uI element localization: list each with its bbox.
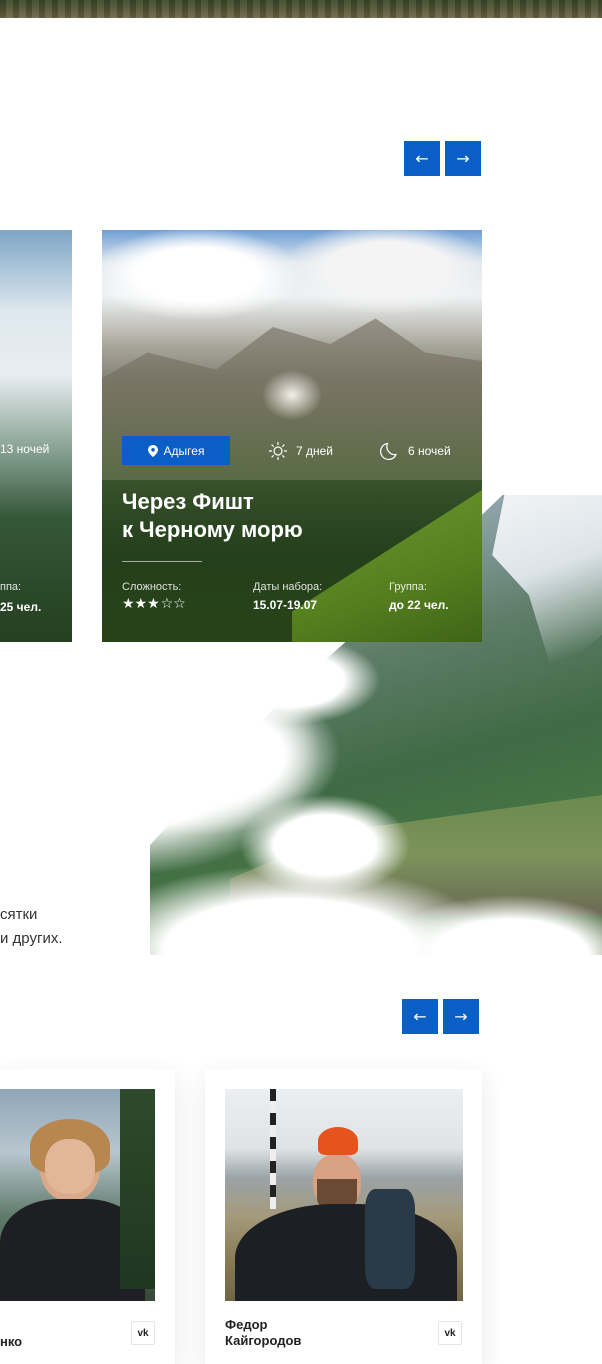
tour-nights: 6 ночей bbox=[380, 441, 451, 461]
region-badge: Адыгея bbox=[122, 436, 230, 465]
top-hero-image-strip bbox=[0, 0, 602, 18]
region-label: Адыгея bbox=[163, 443, 205, 458]
nights-label: 6 ночей bbox=[408, 444, 451, 458]
guide-name: Федор Кайгородов bbox=[225, 1317, 302, 1348]
moon-icon bbox=[380, 442, 397, 461]
arrow-left-icon: ← bbox=[415, 149, 429, 168]
group-label: Группа: bbox=[389, 581, 427, 593]
guides-prev-button[interactable]: ← bbox=[402, 999, 438, 1034]
dates-value: 15.07-19.07 bbox=[253, 598, 318, 612]
tour-card[interactable]: Адыгея 7 дней 6 ночей Через Фишт к Черно… bbox=[102, 230, 482, 642]
guide-name: нко bbox=[0, 1334, 23, 1349]
star-empty-icons: ☆☆ bbox=[160, 596, 186, 612]
group-value: 25 чел. bbox=[0, 600, 42, 614]
tour-card-partial[interactable]: 13 ночей ппа: 25 чел. bbox=[0, 230, 72, 642]
guide-card[interactable]: Федор Кайгородов vk bbox=[205, 1069, 482, 1364]
tour-title[interactable]: Через Фишт к Черному морю bbox=[122, 488, 462, 544]
arrow-left-icon: ← bbox=[413, 1007, 427, 1026]
group-stat: Группа: до 22 чел. bbox=[389, 581, 449, 612]
star-filled-icons: ★★★ bbox=[122, 596, 160, 612]
location-pin-icon bbox=[147, 444, 158, 457]
vk-icon[interactable]: vk bbox=[438, 1321, 462, 1345]
group-label: ппа: bbox=[0, 581, 22, 593]
difficulty-stat: Сложность: ★★★ ☆☆ bbox=[122, 581, 186, 612]
difficulty-label: Сложность: bbox=[122, 581, 182, 593]
tours-next-button[interactable]: → bbox=[445, 141, 481, 176]
sun-icon bbox=[269, 442, 287, 460]
arrow-right-icon: → bbox=[454, 1007, 468, 1026]
dates-label: Даты набора: bbox=[253, 581, 323, 593]
tour-nights: 13 ночей bbox=[0, 442, 50, 456]
guide-photo bbox=[0, 1089, 155, 1301]
tour-days: 7 дней bbox=[268, 441, 333, 461]
guide-photo bbox=[225, 1089, 463, 1301]
vk-icon[interactable]: vk bbox=[131, 1321, 155, 1345]
title-divider bbox=[122, 561, 202, 562]
guide-card[interactable]: нко vk bbox=[0, 1069, 175, 1364]
about-description: сятки и других. bbox=[0, 906, 63, 947]
dates-stat: Даты набора: 15.07-19.07 bbox=[253, 581, 322, 612]
tours-prev-button[interactable]: ← bbox=[404, 141, 440, 176]
days-label: 7 дней bbox=[296, 444, 334, 458]
difficulty-stars: ★★★ ☆☆ bbox=[122, 596, 186, 612]
guides-next-button[interactable]: → bbox=[443, 999, 479, 1034]
arrow-right-icon: → bbox=[456, 149, 470, 168]
group-value: до 22 чел. bbox=[389, 598, 449, 612]
